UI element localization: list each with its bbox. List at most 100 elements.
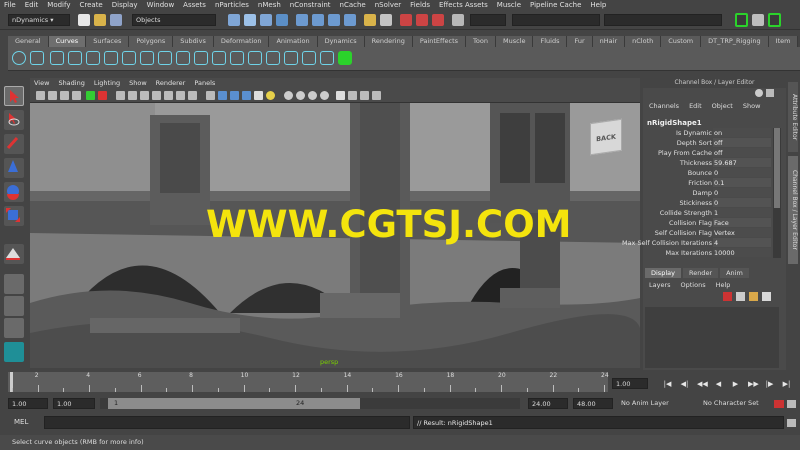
- two-d-pan-zoom-icon[interactable]: [86, 91, 95, 100]
- attribute-value[interactable]: 1: [713, 208, 771, 217]
- field-chart-icon[interactable]: [164, 91, 173, 100]
- wireframe-icon[interactable]: [206, 91, 215, 100]
- shelf-tab-fluids[interactable]: Fluids: [533, 36, 568, 47]
- attribute-row[interactable]: Collide Strength 1: [643, 208, 783, 218]
- step-back-icon[interactable]: ◀|: [680, 380, 689, 388]
- textured-icon[interactable]: [242, 91, 251, 100]
- layer-tab-anim[interactable]: Anim: [720, 268, 749, 278]
- new-layer-from-selected-icon[interactable]: [736, 292, 745, 301]
- grid-icon[interactable]: [116, 91, 125, 100]
- attribute-row[interactable]: Thickness 59.687: [643, 158, 783, 168]
- panel-menu-shading[interactable]: Shading: [58, 79, 84, 87]
- isolate-select-icon[interactable]: [336, 91, 345, 100]
- range-slider[interactable]: 1 24: [100, 398, 520, 409]
- move-tool-icon[interactable]: [4, 158, 24, 178]
- attribute-editor-tab[interactable]: Attribute Editor: [788, 82, 798, 152]
- attribute-row[interactable]: Bounce 0: [643, 168, 783, 178]
- input-mode-dropdown[interactable]: [470, 14, 506, 26]
- screen-space-ao-icon[interactable]: [284, 91, 293, 100]
- menu-muscle[interactable]: Muscle: [497, 1, 521, 9]
- channel-box-toggle-icon[interactable]: [768, 13, 781, 27]
- ep-curve-tool-icon[interactable]: [50, 51, 64, 65]
- planar-icon[interactable]: [320, 51, 334, 65]
- auto-key-icon[interactable]: [774, 400, 784, 408]
- new-layer-icon[interactable]: [723, 292, 732, 301]
- step-back-key-icon[interactable]: ◀◀: [697, 380, 708, 388]
- go-to-start-icon[interactable]: |◀: [663, 380, 672, 388]
- arc-tool-icon[interactable]: [104, 51, 118, 65]
- attribute-value[interactable]: Face: [713, 218, 771, 227]
- play-script-icon[interactable]: [338, 51, 352, 65]
- panel-menu-view[interactable]: View: [34, 79, 49, 87]
- shelf-tab-dynamics[interactable]: Dynamics: [317, 36, 365, 47]
- show-manipulator-icon[interactable]: [4, 244, 24, 264]
- attribute-value[interactable]: Vertex: [713, 228, 771, 237]
- start-time-field[interactable]: 1.00: [8, 398, 48, 409]
- panel-menu-lighting[interactable]: Lighting: [94, 79, 120, 87]
- attribute-row[interactable]: Is Dynamic on: [643, 128, 783, 138]
- camera-attributes-icon[interactable]: [48, 91, 57, 100]
- single-pane-layout-icon[interactable]: [4, 274, 24, 294]
- perspective-viewport[interactable]: BACK WWW.CGTSJ.COM persp: [30, 103, 640, 368]
- menu-nconstraint[interactable]: nConstraint: [290, 1, 331, 9]
- go-to-end-icon[interactable]: ▶|: [782, 380, 791, 388]
- menu-assets[interactable]: Assets: [183, 1, 206, 9]
- attribute-row[interactable]: Self Collision Flag Vertex: [643, 228, 783, 238]
- attribute-value[interactable]: off: [713, 148, 771, 157]
- shelf-tab-general[interactable]: General: [8, 36, 49, 47]
- scale-tool-icon[interactable]: [4, 206, 24, 226]
- end-time-field[interactable]: 48.00: [573, 398, 613, 409]
- layer-list[interactable]: [645, 307, 779, 368]
- shelf-tab-polygons[interactable]: Polygons: [129, 36, 174, 47]
- playback-end-field[interactable]: 24.00: [528, 398, 568, 409]
- mask-icon[interactable]: [276, 14, 288, 26]
- channel-box-options-icon[interactable]: [755, 89, 763, 97]
- xray-icon[interactable]: [348, 91, 357, 100]
- attribute-value[interactable]: 0: [713, 188, 771, 197]
- menu-set-dropdown[interactable]: nDynamics ▾: [8, 14, 70, 26]
- attribute-row[interactable]: Depth Sort off: [643, 138, 783, 148]
- paint-select-tool-icon[interactable]: [4, 134, 24, 154]
- menu-nmesh[interactable]: nMesh: [258, 1, 281, 9]
- scrollbar-thumb[interactable]: [774, 128, 780, 208]
- render-current-icon[interactable]: [400, 14, 412, 26]
- tool-settings-toggle-icon[interactable]: [752, 14, 764, 26]
- xray-components-icon[interactable]: [372, 91, 381, 100]
- attribute-value[interactable]: 4: [713, 238, 771, 247]
- shelf-tab-nhair[interactable]: nHair: [592, 36, 626, 47]
- attribute-row[interactable]: Friction 0.1: [643, 178, 783, 188]
- attach-curves-icon[interactable]: [122, 51, 136, 65]
- multisample-aa-icon[interactable]: [308, 91, 317, 100]
- step-forward-icon[interactable]: |▶: [765, 380, 774, 388]
- shelf-tab-item[interactable]: Item: [768, 36, 799, 47]
- use-all-lights-icon[interactable]: [254, 91, 263, 100]
- grease-pencil-icon[interactable]: [98, 91, 107, 100]
- menu-pipeline-cache[interactable]: Pipeline Cache: [530, 1, 581, 9]
- view-cube[interactable]: BACK: [590, 118, 622, 156]
- attribute-row[interactable]: Damp 0: [643, 188, 783, 198]
- channel-menu-object[interactable]: Object: [712, 102, 733, 112]
- time-slider[interactable]: 2 4 6 8 10 12 14 16 18 20 22 24: [8, 372, 609, 392]
- circle-curve-icon[interactable]: [12, 51, 26, 65]
- attribute-row[interactable]: Max Iterations 10000: [643, 248, 783, 258]
- layer-editor-options-icon[interactable]: [766, 89, 774, 97]
- snap-point-icon[interactable]: [328, 14, 340, 26]
- panel-menu-show[interactable]: Show: [129, 79, 147, 87]
- attribute-value[interactable]: 10000: [713, 248, 771, 257]
- loft-icon[interactable]: [302, 51, 316, 65]
- history-icon[interactable]: [364, 14, 376, 26]
- outliner-layout-icon[interactable]: [4, 318, 24, 338]
- layer-menu-options[interactable]: Options: [681, 281, 706, 289]
- square-curve-icon[interactable]: [30, 51, 44, 65]
- panel-menu-renderer[interactable]: Renderer: [156, 79, 186, 87]
- add-to-layer-icon[interactable]: [749, 292, 758, 301]
- shelf-tab-muscle[interactable]: Muscle: [495, 36, 534, 47]
- xray-joints-icon[interactable]: [360, 91, 369, 100]
- attribute-value[interactable]: on: [713, 128, 771, 137]
- gate-mask-icon[interactable]: [152, 91, 161, 100]
- safe-action-icon[interactable]: [176, 91, 185, 100]
- select-by-component-icon[interactable]: [260, 14, 272, 26]
- snap-grid-icon[interactable]: [296, 14, 308, 26]
- menu-ncache[interactable]: nCache: [340, 1, 366, 9]
- layer-menu-layers[interactable]: Layers: [649, 281, 671, 289]
